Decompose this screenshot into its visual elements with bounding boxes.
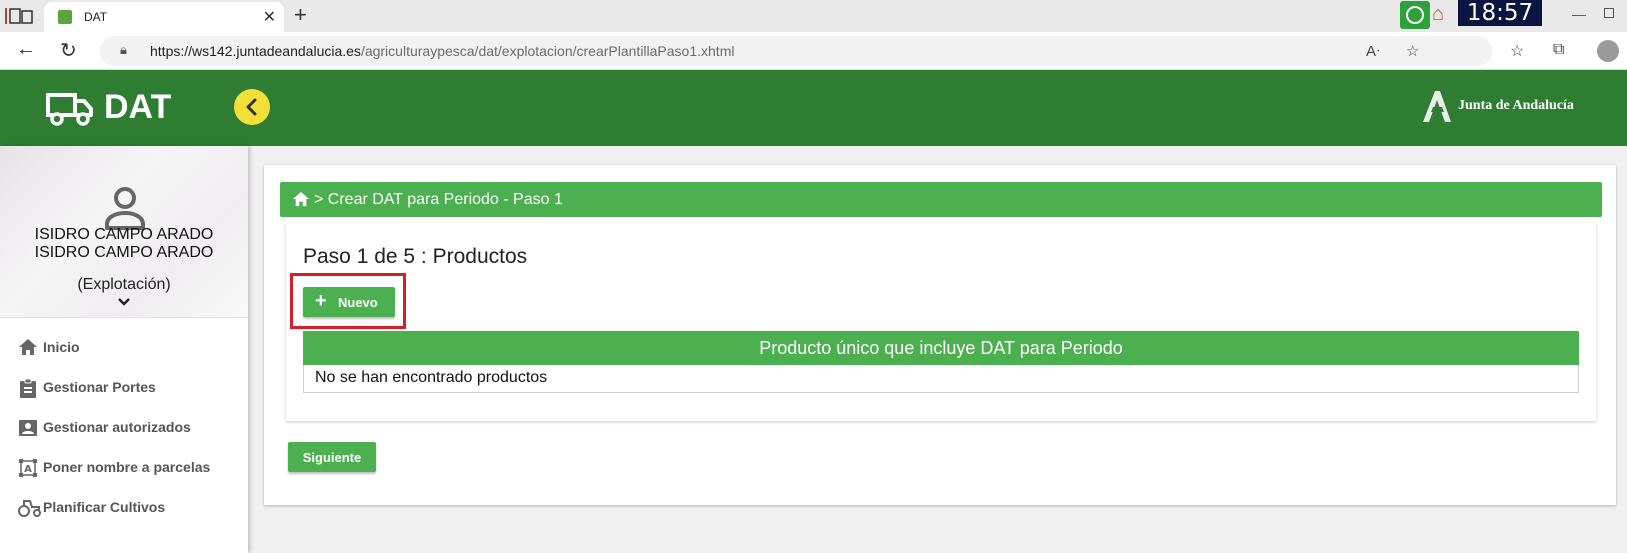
home-icon[interactable] [292,191,310,207]
main-card: > Crear DAT para Periodo - Paso 1 Paso 1… [264,165,1616,505]
svg-text:A: A [24,464,32,475]
address-bar: ← ↻ 🔒︎ https://ws142.juntadeandalucia.es… [0,32,1627,70]
house-tray-icon[interactable]: ⌂ [1432,3,1444,26]
new-product-button[interactable]: + Nuevo [303,287,395,317]
chevron-down-icon[interactable] [116,296,132,308]
sidebar-item-label: Planificar Cultivos [43,499,166,515]
plus-icon: + [315,290,327,312]
app-title: DAT [104,88,172,126]
browser-profile-icon[interactable] [1597,40,1619,62]
lock-icon[interactable]: 🔒︎ [120,42,127,58]
chevron-left-icon [246,98,257,116]
site-favicon-icon [58,10,72,24]
user-name: ISIDRO CAMPO ARADO [34,226,214,243]
read-aloud-icon[interactable]: Aᐧ [1366,42,1380,60]
table-empty-message: No se han encontrado productos [303,365,1579,393]
breadcrumb-text: > Crear DAT para Periodo - Paso 1 [314,191,563,208]
clipboard-icon [20,378,36,398]
tab-actions-icon[interactable] [4,7,34,25]
sidebar-item-poner-nombre[interactable]: A Poner nombre a parcelas [0,448,248,488]
table-header: Producto único que incluye DAT para Peri… [303,331,1579,365]
browser-tab[interactable]: DAT ✕ [44,2,284,32]
maximize-icon[interactable] [1604,8,1614,18]
printer-tray-icon[interactable] [1400,1,1430,29]
back-icon[interactable]: ← [16,38,36,61]
sidebar-toggle-button[interactable] [234,89,270,125]
page-title: Paso 1 de 5 : Productos [303,245,528,268]
sidebar: ISIDRO CAMPO ARADO ISIDRO CAMPO ARADO (E… [0,146,248,553]
contact-card-icon [19,420,37,436]
truck-icon [46,93,93,126]
sidebar-item-label: Inicio [43,339,80,355]
next-button[interactable]: Siguiente [288,442,376,472]
minimize-icon[interactable]: — [1572,6,1586,22]
url-text[interactable]: https://ws142.juntadeandalucia.es/agricu… [150,43,734,59]
step-panel: Paso 1 de 5 : Productos + Nuevo Producto… [286,223,1596,421]
junta-logo-icon [1423,91,1451,122]
user-profile-panel: ISIDRO CAMPO ARADO ISIDRO CAMPO ARADO (E… [0,146,248,318]
text-box-icon: A [19,459,37,477]
browser-tab-bar: DAT ✕ + ⌂ 18:57 — [0,0,1627,32]
url-field[interactable]: 🔒︎ https://ws142.juntadeandalucia.es/agr… [100,36,1492,66]
user-name-secondary: ISIDRO CAMPO ARADO [34,244,214,261]
tractor-icon [18,500,41,517]
sidebar-item-inicio[interactable]: Inicio [0,328,248,368]
clock-widget: 18:57 [1458,0,1542,26]
sidebar-item-gestionar-autorizados[interactable]: Gestionar autorizados [0,408,248,448]
sidebar-item-label: Poner nombre a parcelas [43,459,211,475]
collections-icon[interactable]: ⧉ [1553,41,1564,59]
sidebar-menu: Inicio Gestionar Portes Gestionar autori… [0,328,248,528]
close-tab-icon[interactable]: ✕ [263,7,276,27]
sidebar-item-gestionar-portes[interactable]: Gestionar Portes [0,368,248,408]
sidebar-item-label: Gestionar autorizados [43,419,191,435]
products-table: Producto único que incluye DAT para Peri… [303,331,1579,393]
add-favorite-icon[interactable]: ☆ [1406,42,1419,60]
tab-title: DAT [84,10,108,24]
new-button-label: Nuevo [338,295,378,310]
sidebar-item-planificar-cultivos[interactable]: Planificar Cultivos [0,488,248,528]
sidebar-item-label: Gestionar Portes [43,379,156,395]
home-icon [19,339,37,355]
app-header: DAT Junta de Andalucía [0,70,1627,146]
breadcrumb: > Crear DAT para Periodo - Paso 1 [280,182,1602,217]
user-role: (Explotación) [77,276,171,293]
reload-icon[interactable]: ↻ [60,38,77,63]
brand-name: Junta de Andalucía [1458,98,1574,113]
new-tab-icon[interactable]: + [294,2,307,28]
user-icon [105,187,145,230]
favorites-icon[interactable]: ☆ [1510,41,1524,61]
